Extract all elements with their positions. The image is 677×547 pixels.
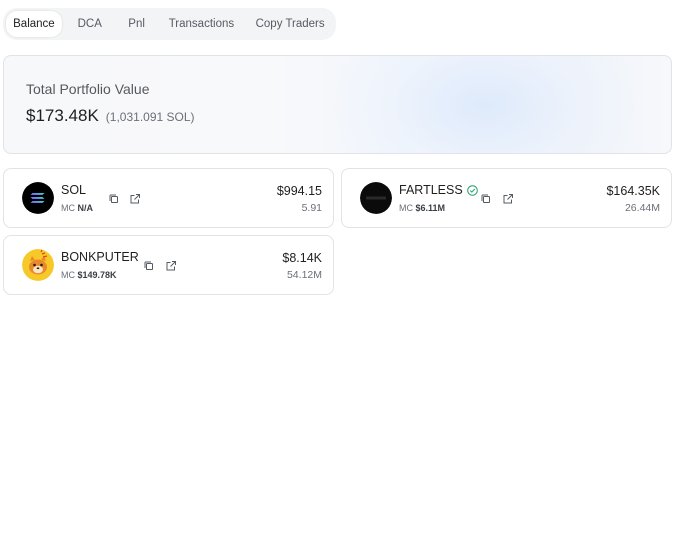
token-name-label: BONKPUTER bbox=[61, 250, 139, 264]
token-amount: 54.12M bbox=[286, 269, 322, 281]
portfolio-sol-value: (1,031.091 SOL) bbox=[105, 110, 195, 124]
solana-logo-icon bbox=[22, 182, 54, 214]
tab-pnl[interactable]: Pnl bbox=[118, 11, 156, 37]
copy-icon[interactable] bbox=[480, 192, 492, 204]
portfolio-summary-card: Total Portfolio Value $173.48K (1,031.09… bbox=[3, 55, 672, 154]
token-usd-value: $164.35K bbox=[606, 184, 660, 198]
external-link-icon[interactable] bbox=[502, 192, 514, 204]
portfolio-label: Total Portfolio Value bbox=[26, 81, 150, 97]
token-name: SOL bbox=[61, 183, 86, 197]
verified-check-icon bbox=[466, 184, 478, 196]
bonkputer-logo-icon bbox=[22, 249, 54, 281]
token-name-label: SOL bbox=[61, 183, 87, 197]
token-amount: 5.91 bbox=[301, 202, 322, 214]
token-card-bonkputer[interactable]: BONKPUTER MC $149.78K $8.14K 54.12M bbox=[3, 235, 334, 295]
external-link-icon[interactable] bbox=[129, 192, 141, 204]
copy-icon[interactable] bbox=[108, 192, 120, 204]
external-link-icon[interactable] bbox=[165, 259, 177, 271]
tab-copy-traders[interactable]: Copy Traders bbox=[247, 11, 333, 37]
token-usd-value: $8.14K bbox=[282, 251, 322, 265]
portfolio-background-glow bbox=[334, 56, 634, 153]
market-cap-label: MC bbox=[61, 203, 78, 213]
token-amount: 26.44M bbox=[624, 202, 660, 214]
market-cap-label: MC bbox=[61, 270, 78, 280]
tab-balance[interactable]: Balance bbox=[6, 11, 62, 37]
token-name: FARTLESS bbox=[399, 183, 478, 197]
market-cap-value: N/A bbox=[77, 203, 94, 213]
token-market-cap: MC $149.78K bbox=[61, 270, 117, 280]
tab-bar: Balance DCA Pnl Transactions Copy Trader… bbox=[3, 8, 336, 40]
market-cap-label: MC bbox=[399, 203, 416, 213]
token-name-label: FARTLESS bbox=[399, 183, 463, 197]
portfolio-value-row: $173.48K (1,031.091 SOL) bbox=[26, 106, 195, 126]
market-cap-value: $6.11M bbox=[415, 203, 446, 213]
tab-transactions[interactable]: Transactions bbox=[156, 11, 248, 37]
portfolio-usd-value: $173.48K bbox=[26, 106, 99, 125]
token-market-cap: MC N/A bbox=[61, 203, 93, 213]
token-card-fartless[interactable]: FARTLESS MC $6.11M $164.35K 26.44M bbox=[341, 168, 672, 228]
tab-dca[interactable]: DCA bbox=[62, 11, 118, 37]
market-cap-value: $149.78K bbox=[77, 270, 117, 280]
fartless-logo-icon bbox=[360, 182, 392, 214]
token-usd-value: $994.15 bbox=[276, 184, 322, 198]
copy-icon[interactable] bbox=[143, 259, 155, 271]
token-card-sol[interactable]: SOL MC N/A $994.15 5.91 bbox=[3, 168, 334, 228]
token-market-cap: MC $6.11M bbox=[399, 203, 445, 213]
token-name: BONKPUTER bbox=[61, 250, 139, 264]
